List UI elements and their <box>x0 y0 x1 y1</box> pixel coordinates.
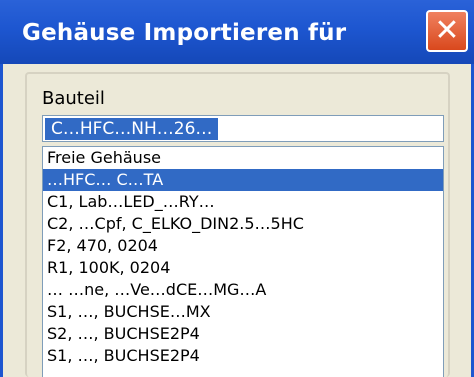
import-package-dialog: Gehäuse Importieren für ✕ Bauteil C…HFC…… <box>0 0 474 377</box>
list-item[interactable]: …HFC… C…TA <box>43 169 443 191</box>
window-title: Gehäuse Importieren für <box>22 20 347 46</box>
list-item[interactable]: S1, …, BUCHSE2P4 <box>43 345 443 367</box>
component-listbox[interactable]: Freie Gehäuse …HFC… C…TA C1, Lab…LED_…RY… C… <box>42 146 444 377</box>
component-combobox[interactable]: C…HFC…NH…26… <box>42 115 444 142</box>
list-item[interactable]: C1, Lab…LED_…RY… <box>43 191 443 213</box>
component-label: Bauteil <box>42 88 105 109</box>
close-icon: ✕ <box>434 13 460 48</box>
list-item[interactable]: C2, …Cpf, C_ELKO_DIN2.5…5HC <box>43 213 443 235</box>
list-item[interactable]: F2, 470, 0204 <box>43 235 443 257</box>
frame-edge-mark <box>0 293 3 303</box>
component-combobox-value: C…HFC…NH…26… <box>45 118 219 140</box>
list-item[interactable]: … …ne, …Ve…dCE…MG…A <box>43 279 443 301</box>
list-item[interactable]: S1, …, BUCHSE…MX <box>43 301 443 323</box>
list-item[interactable]: S2, …, BUCHSE2P4 <box>43 323 443 345</box>
list-item[interactable]: Freie Gehäuse <box>43 147 443 169</box>
list-item[interactable]: R1, 100K, 0204 <box>43 257 443 279</box>
title-bar[interactable]: Gehäuse Importieren für ✕ <box>0 0 474 64</box>
close-button[interactable]: ✕ <box>426 10 468 52</box>
